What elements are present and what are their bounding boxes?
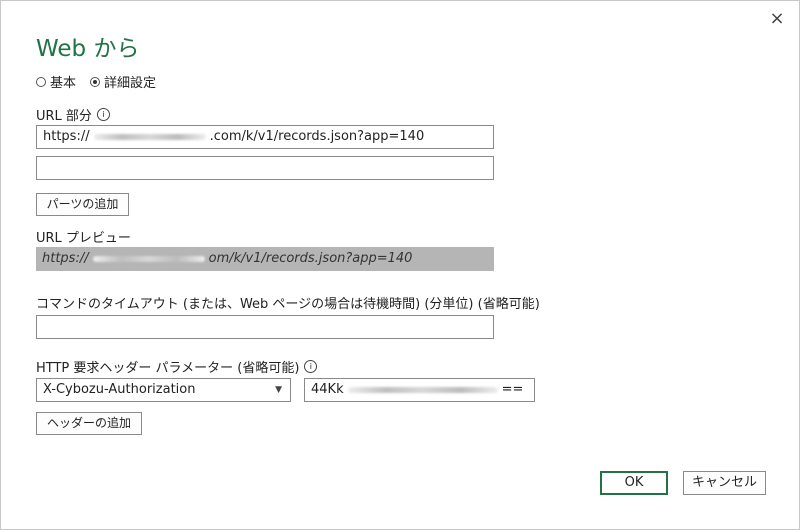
url-part-1-suffix: .com/k/v1/records.json?app=140: [209, 129, 425, 144]
header-value-input[interactable]: 44Kk ==: [304, 378, 535, 402]
redacted-blur: [93, 133, 206, 140]
url-part-2-input[interactable]: [36, 156, 494, 180]
url-parts-label: URL 部分 i: [36, 105, 110, 124]
radio-advanced-label: 詳細設定: [104, 76, 157, 91]
headers-label: HTTP 要求ヘッダー パラメーター (省略可能) i: [36, 357, 318, 376]
radio-unchecked-icon: [36, 76, 46, 87]
mode-selector: 基本 詳細設定: [36, 72, 156, 91]
header-name-value: X-Cybozu-Authorization: [43, 382, 196, 397]
close-icon[interactable]: ×: [765, 7, 789, 31]
chevron-down-icon: ▼: [275, 385, 282, 395]
radio-advanced[interactable]: 詳細設定: [90, 72, 156, 91]
url-preview-label: URL プレビュー: [36, 227, 131, 246]
info-icon[interactable]: i: [304, 360, 318, 373]
url-part-1-input[interactable]: https:// .com/k/v1/records.json?app=140: [36, 125, 494, 149]
timeout-label: コマンドのタイムアウト (または、Web ページの場合は待機時間) (分単位) …: [36, 293, 540, 312]
cancel-button[interactable]: キャンセル: [683, 471, 766, 495]
url-preview-box: https:// om/k/v1/records.json?app=140: [36, 247, 494, 271]
info-icon[interactable]: i: [96, 108, 110, 121]
radio-basic[interactable]: 基本: [36, 72, 76, 91]
redacted-blur: [92, 255, 205, 262]
url-preview-label-text: URL プレビュー: [36, 231, 131, 246]
web-dialog: × Web から 基本 詳細設定 URL 部分 i https:// .com/k…: [0, 0, 800, 530]
header-value-suffix: ==: [501, 382, 524, 397]
headers-label-text: HTTP 要求ヘッダー パラメーター (省略可能): [36, 361, 300, 376]
url-parts-label-text: URL 部分: [36, 109, 92, 124]
header-value-prefix: 44Kk: [311, 382, 344, 397]
add-part-button[interactable]: パーツの追加: [36, 193, 129, 216]
url-preview-prefix: https://: [42, 251, 89, 266]
header-name-select[interactable]: X-Cybozu-Authorization ▼: [36, 378, 291, 402]
ok-button[interactable]: OK: [600, 471, 668, 495]
timeout-label-text: コマンドのタイムアウト (または、Web ページの場合は待機時間) (分単位) …: [36, 297, 540, 312]
timeout-input[interactable]: [36, 315, 494, 339]
add-header-button[interactable]: ヘッダーの追加: [36, 412, 142, 435]
radio-checked-icon: [90, 76, 101, 87]
dialog-title: Web から: [36, 36, 140, 62]
redacted-blur: [347, 386, 498, 393]
url-part-1-prefix: https://: [43, 129, 90, 144]
radio-basic-label: 基本: [50, 76, 77, 91]
url-preview-suffix: om/k/v1/records.json?app=140: [208, 251, 413, 266]
